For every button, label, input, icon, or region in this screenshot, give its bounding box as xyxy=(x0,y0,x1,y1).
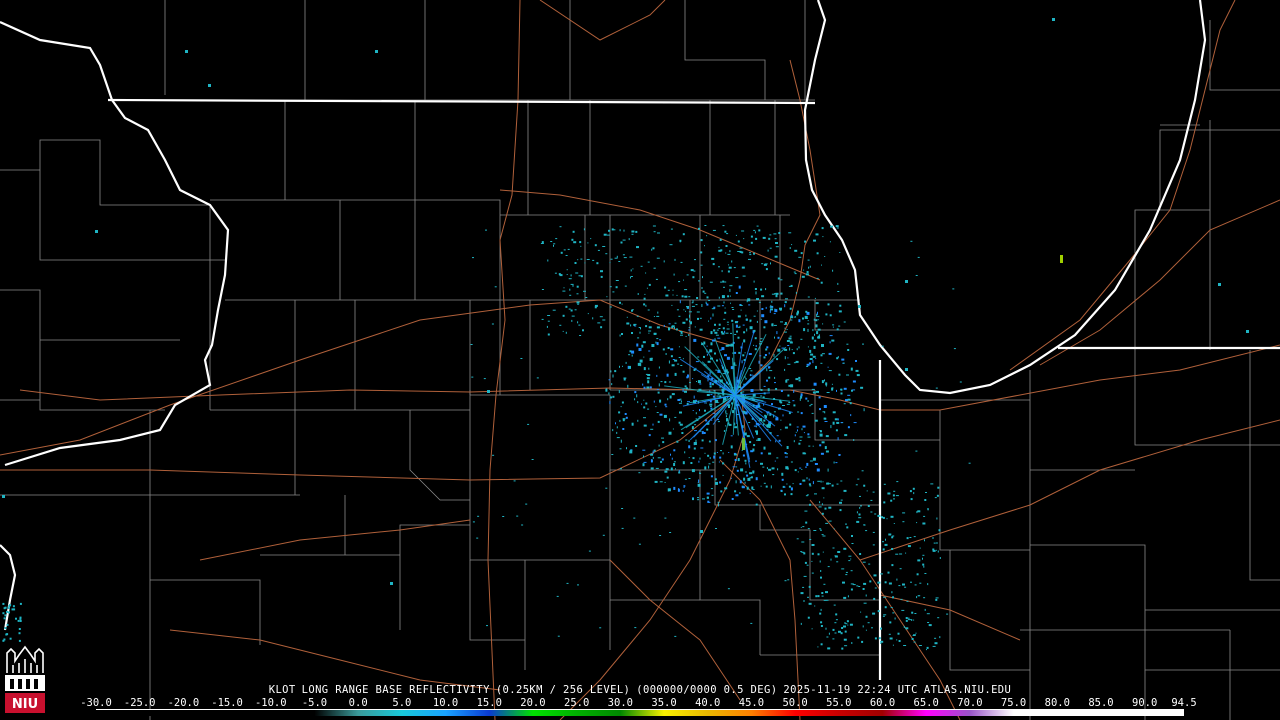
colorbar-tick: 35.0 xyxy=(651,697,677,709)
station-id: KLOT xyxy=(268,684,296,696)
data-source: ATLAS.NIU.EDU xyxy=(923,684,1012,696)
colorbar-tick: 70.0 xyxy=(957,697,983,709)
colorbar-tick: 50.0 xyxy=(782,697,808,709)
colorbar-ticks: -30.0 -25.0 -20.0 -15.0 -10.0 -5.0 0.0 5.0 10.0 1… xyxy=(80,697,1196,709)
product-resolution: (0.25KM / 256 LEVEL) xyxy=(495,684,631,696)
colorbar-tick: -10.0 xyxy=(254,697,287,709)
colorbar-tick: -25.0 xyxy=(123,697,156,709)
radar-map xyxy=(0,0,1280,720)
svg-text:NIU: NIU xyxy=(12,697,38,712)
colorbar-tick: 15.0 xyxy=(476,697,502,709)
colorbar-tick: 90.0 xyxy=(1132,697,1158,709)
colorbar-tick: 20.0 xyxy=(520,697,546,709)
colorbar-tick: 94.5 xyxy=(1171,697,1197,709)
scan-info: (000000/0000 0.5 DEG) xyxy=(636,684,778,696)
colorbar-tick: 80.0 xyxy=(1044,697,1070,709)
colorbar-tick: 60.0 xyxy=(869,697,896,709)
colorbar-tick: -15.0 xyxy=(211,697,243,709)
colorbar-tick: 10.0 xyxy=(432,697,459,709)
colorbar-tick: -30.0 xyxy=(80,697,112,709)
colorbar-tick: -20.0 xyxy=(167,697,200,709)
reflectivity-colorbar xyxy=(96,709,1184,716)
product-caption: KLOT LONG RANGE BASE REFLECTIVITY (0.25KM … xyxy=(0,684,1280,698)
colorbar-tick: 40.0 xyxy=(695,697,721,709)
colorbar-tick: 25.0 xyxy=(563,697,590,709)
colorbar-tick: -5.0 xyxy=(301,697,328,709)
niu-logo: NIU xyxy=(5,645,45,713)
colorbar-tick: 65.0 xyxy=(913,697,939,709)
colorbar-tick: 45.0 xyxy=(738,697,765,709)
colorbar-tick: 75.0 xyxy=(1000,697,1027,709)
colorbar-tick: 30.0 xyxy=(607,697,633,709)
colorbar-tick: 55.0 xyxy=(826,697,852,709)
colorbar-tick: 5.0 xyxy=(392,697,412,709)
product-name: LONG RANGE BASE REFLECTIVITY xyxy=(301,684,490,696)
colorbar-tick: 0.0 xyxy=(348,697,368,709)
colorbar-tick: 85.0 xyxy=(1088,697,1114,709)
scan-datetime: 2025-11-19 22:24 UTC xyxy=(783,684,918,696)
